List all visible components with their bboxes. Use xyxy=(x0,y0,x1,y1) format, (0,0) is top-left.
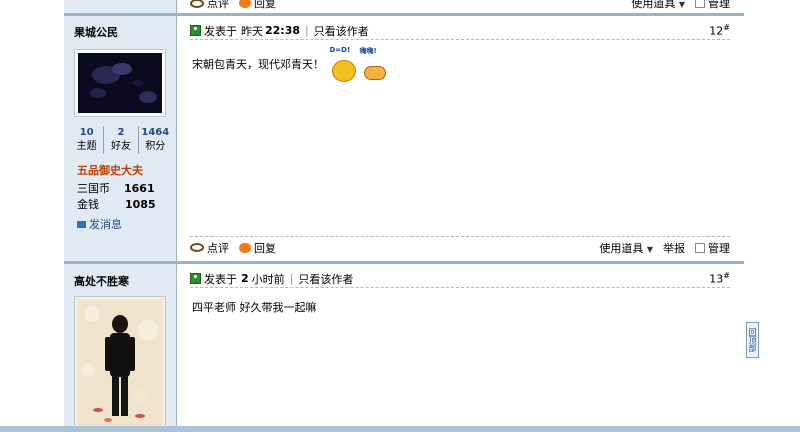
bottom-strip xyxy=(0,426,800,432)
username[interactable]: 果城公民 xyxy=(74,24,118,40)
avatar[interactable] xyxy=(74,296,166,430)
use-tools-menu[interactable]: 使用道具 ▼ xyxy=(599,240,653,256)
eye-icon xyxy=(190,0,204,8)
post-main: 发表于 昨天 22:38 | 只看该作者 12# 宋朝包青天，现代邓青天！ D=… xyxy=(178,16,744,261)
emoticons: D=D! 嗨嗨! xyxy=(330,46,388,82)
post-content: 宋朝包青天，现代邓青天！ D=D! 嗨嗨! xyxy=(192,46,388,82)
post-content: 四平老师 好久带我一起嘛 xyxy=(192,301,317,314)
previous-post-footer: 点评 回复 使用道具 ▼ 管理 xyxy=(64,0,744,14)
user-field-money: 金钱 1085 xyxy=(77,198,156,211)
speech-bubble-icon xyxy=(239,242,251,253)
previous-post-main: 点评 回复 使用道具 ▼ 管理 xyxy=(178,0,744,14)
stat-topics[interactable]: 10 主题 xyxy=(70,126,103,154)
user-stats: 10 主题 2 好友 1464 积分 xyxy=(70,126,172,154)
previous-post-actions: 点评 回复 使用道具 ▼ 管理 xyxy=(190,0,730,14)
stat-friends[interactable]: 2 好友 xyxy=(103,126,137,154)
send-message-link[interactable]: 发消息 xyxy=(77,216,122,232)
chevron-down-icon: ▼ xyxy=(646,244,653,254)
user-online-icon xyxy=(190,273,201,284)
user-sidebar: 高处不胜寒 xyxy=(64,264,177,430)
report-link[interactable]: 举报 xyxy=(663,240,685,256)
post-header: 发表于 昨天 22:38 | 只看该作者 12# xyxy=(190,22,730,40)
reply-button[interactable]: 回复 xyxy=(239,240,276,256)
speech-bubble-icon xyxy=(239,0,251,8)
manage-checkbox[interactable]: 管理 xyxy=(695,0,730,11)
chevron-down-icon: ▼ xyxy=(678,0,685,9)
comment-button[interactable]: 点评 xyxy=(190,0,229,11)
reply-button[interactable]: 回复 xyxy=(239,0,276,11)
comment-button[interactable]: 点评 xyxy=(190,240,229,256)
post-13: 高处不胜寒 发表于 2 小时前 | 只看该作者 13# 四平老师 好久带我一起嘛 xyxy=(64,264,744,430)
manage-checkbox[interactable]: 管理 xyxy=(695,240,730,256)
username[interactable]: 高处不胜寒 xyxy=(74,273,129,289)
use-tools-menu[interactable]: 使用道具 ▼ xyxy=(631,0,685,11)
post-header: 发表于 2 小时前 | 只看该作者 13# xyxy=(190,270,730,288)
post-12: 果城公民 10 主题 2 好友 1464 积分 五品御史大夫 三国币 1661 金钱 10… xyxy=(64,16,744,261)
checkbox-icon xyxy=(695,242,705,253)
floor-number[interactable]: 12# xyxy=(709,23,730,38)
floor-number[interactable]: 13# xyxy=(709,271,730,286)
user-sidebar: 果城公民 10 主题 2 好友 1464 积分 五品御史大夫 三国币 1661 金钱 10… xyxy=(64,16,177,261)
user-rank: 五品御史大夫 xyxy=(77,164,143,177)
user-online-icon xyxy=(190,25,201,36)
avatar-image xyxy=(78,53,162,113)
handshake-emoticon: 嗨嗨! xyxy=(360,46,388,82)
only-author-link[interactable]: 只看该作者 xyxy=(298,271,353,287)
envelope-icon xyxy=(77,220,86,228)
avatar[interactable] xyxy=(74,49,166,117)
previous-post-sidebar xyxy=(64,0,177,14)
avatar-image xyxy=(78,300,162,426)
stat-points[interactable]: 1464 积分 xyxy=(137,126,172,154)
checkbox-icon xyxy=(695,0,705,8)
only-author-link[interactable]: 只看该作者 xyxy=(314,23,369,39)
laughing-emoticon: D=D! xyxy=(330,46,358,82)
back-to-top-button[interactable]: 回顶部 xyxy=(746,322,759,358)
eye-icon xyxy=(190,243,204,252)
user-field-coins: 三国币 1661 xyxy=(77,182,155,195)
post-actions: 点评 回复 使用道具 ▼ 举报 管理 xyxy=(190,236,730,258)
post-main: 发表于 2 小时前 | 只看该作者 13# 四平老师 好久带我一起嘛 xyxy=(178,264,744,426)
